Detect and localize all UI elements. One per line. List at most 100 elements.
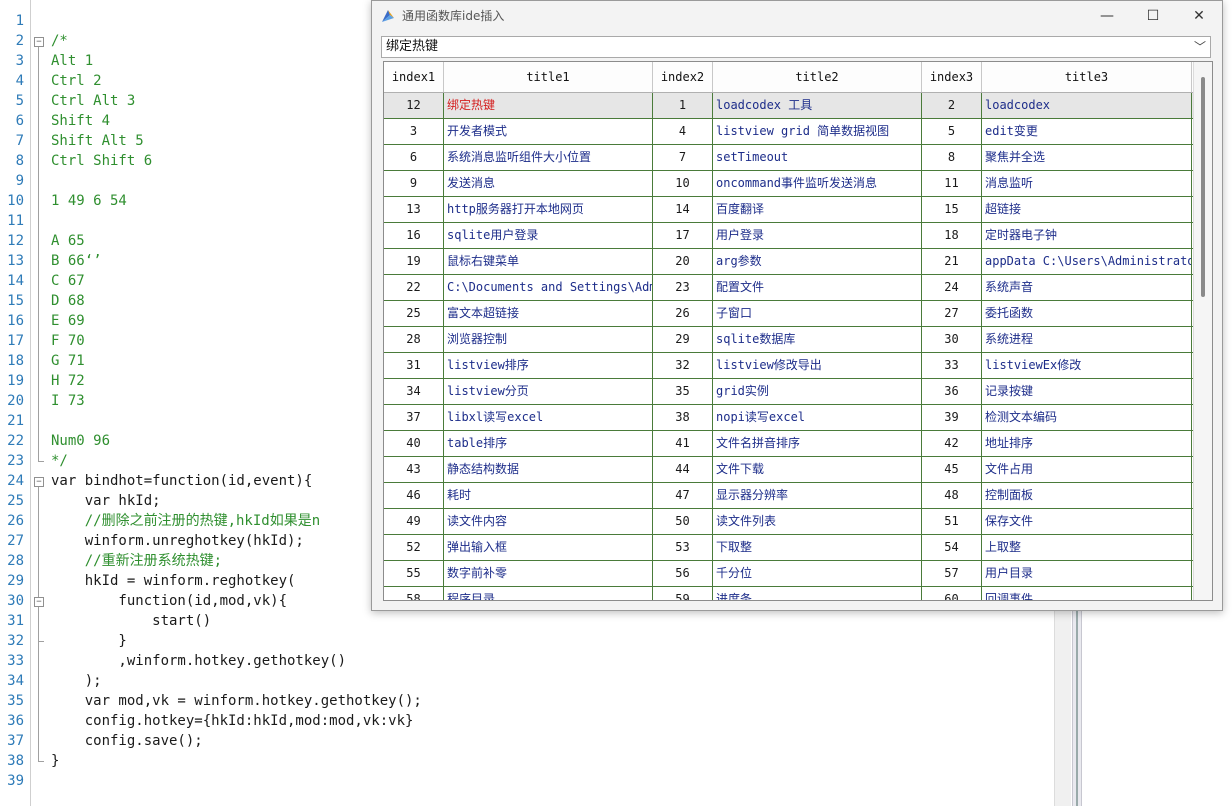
fold-toggle-icon[interactable]: − [34,477,44,487]
column-header-index1[interactable]: index1 [384,62,444,92]
title-cell[interactable]: oncommand事件监听发送消息 [713,171,922,196]
index-cell[interactable]: 29 [653,327,713,352]
index-cell[interactable]: 48 [922,483,982,508]
table-row[interactable]: 28 浏览器控制 29 sqlite数据库 30 系统进程 [384,327,1194,353]
index-cell[interactable]: 58 [384,587,444,600]
index-cell[interactable]: 54 [922,535,982,560]
title-cell[interactable]: 消息监听 [982,171,1192,196]
index-cell[interactable]: 41 [653,431,713,456]
title-cell[interactable]: 千分位 [713,561,922,586]
index-cell[interactable]: 53 [653,535,713,560]
title-cell[interactable]: 静态结构数据 [444,457,653,482]
index-cell[interactable]: 10 [653,171,713,196]
index-cell[interactable]: 51 [922,509,982,534]
table-row[interactable]: 40 table排序 41 文件名拼音排序 42 地址排序 [384,431,1194,457]
code-line[interactable]: G 71 [51,351,85,371]
title-cell[interactable]: 回调事件 [982,587,1192,600]
index-cell[interactable]: 19 [384,249,444,274]
code-line[interactable]: Ctrl Alt 3 [51,91,135,111]
code-line[interactable]: H 72 [51,371,85,391]
code-line[interactable]: Shift 4 [51,111,110,131]
title-cell[interactable]: loadcodex 工具 [713,93,922,118]
index-cell[interactable]: 35 [653,379,713,404]
minimize-button[interactable]: — [1084,1,1130,31]
table-row[interactable]: 13 http服务器打开本地网页 14 百度翻译 15 超链接 [384,197,1194,223]
title-cell[interactable]: 百度翻译 [713,197,922,222]
table-row[interactable]: 52 弹出输入框 53 下取整 54 上取整 [384,535,1194,561]
grid-scroll-thumb[interactable] [1201,77,1205,297]
title-cell[interactable]: listview排序 [444,353,653,378]
title-cell[interactable]: table排序 [444,431,653,456]
index-cell[interactable]: 17 [653,223,713,248]
code-line[interactable]: Alt 1 [51,51,93,71]
title-cell[interactable]: listview修改导出 [713,353,922,378]
index-cell[interactable]: 25 [384,301,444,326]
index-cell[interactable]: 18 [922,223,982,248]
table-row[interactable]: 9 发送消息 10 oncommand事件监听发送消息 11 消息监听 [384,171,1194,197]
column-header-index3[interactable]: index3 [922,62,982,92]
index-cell[interactable]: 27 [922,301,982,326]
code-line[interactable]: winform.unreghotkey(hkId); [51,531,304,551]
index-cell[interactable]: 34 [384,379,444,404]
title-cell[interactable]: 上取整 [982,535,1192,560]
title-cell[interactable]: 文件占用 [982,457,1192,482]
code-line[interactable]: var mod,vk = winform.hotkey.gethotkey(); [51,691,422,711]
code-line[interactable]: B 66‘’ [51,251,102,271]
title-cell[interactable]: 绑定热键 [444,93,653,118]
index-cell[interactable]: 23 [653,275,713,300]
code-line[interactable]: hkId = winform.reghotkey( [51,571,296,591]
title-cell[interactable]: grid实例 [713,379,922,404]
index-cell[interactable]: 6 [384,145,444,170]
index-cell[interactable]: 16 [384,223,444,248]
title-cell[interactable]: 地址排序 [982,431,1192,456]
code-line[interactable]: A 65 [51,231,85,251]
title-cell[interactable]: http服务器打开本地网页 [444,197,653,222]
title-cell[interactable]: arg参数 [713,249,922,274]
index-cell[interactable]: 31 [384,353,444,378]
function-grid[interactable]: index1 title1 index2 title2 index3 title3 12 绑… [383,61,1213,601]
index-cell[interactable]: 57 [922,561,982,586]
title-cell[interactable]: 子窗口 [713,301,922,326]
code-line[interactable]: */ [51,451,68,471]
index-cell[interactable]: 42 [922,431,982,456]
index-cell[interactable]: 38 [653,405,713,430]
title-cell[interactable]: 委托函数 [982,301,1192,326]
code-line[interactable]: /* [51,31,68,51]
index-cell[interactable]: 28 [384,327,444,352]
title-cell[interactable]: C:\Documents and Settings\Adm: [444,275,653,300]
code-line[interactable]: Num0 96 [51,431,110,451]
table-row[interactable]: 25 富文本超链接 26 子窗口 27 委托函数 [384,301,1194,327]
index-cell[interactable]: 21 [922,249,982,274]
title-cell[interactable]: 发送消息 [444,171,653,196]
index-cell[interactable]: 60 [922,587,982,600]
code-line[interactable]: function(id,mod,vk){ [51,591,287,611]
table-row[interactable]: 6 系统消息监听组件大小位置 7 setTimeout 8 聚焦并全选 [384,145,1194,171]
title-cell[interactable]: 超链接 [982,197,1192,222]
title-cell[interactable]: 用户登录 [713,223,922,248]
column-header-title1[interactable]: title1 [444,62,653,92]
title-cell[interactable]: sqlite用户登录 [444,223,653,248]
index-cell[interactable]: 3 [384,119,444,144]
column-header-title2[interactable]: title2 [713,62,922,92]
index-cell[interactable]: 13 [384,197,444,222]
grid-vertical-scrollbar[interactable] [1193,62,1212,600]
category-select[interactable]: 绑定热键 ﹀ [381,36,1211,58]
fold-toggle-icon[interactable]: − [34,37,44,47]
title-cell[interactable]: 读文件内容 [444,509,653,534]
index-cell[interactable]: 32 [653,353,713,378]
column-header-title3[interactable]: title3 [982,62,1192,92]
chevron-down-icon[interactable]: ﹀ [1194,39,1206,55]
code-line[interactable]: E 69 [51,311,85,331]
title-cell[interactable]: 控制面板 [982,483,1192,508]
table-row[interactable]: 49 读文件内容 50 读文件列表 51 保存文件 [384,509,1194,535]
table-row[interactable]: 16 sqlite用户登录 17 用户登录 18 定时器电子钟 [384,223,1194,249]
code-line[interactable]: F 70 [51,331,85,351]
column-header-index2[interactable]: index2 [653,62,713,92]
table-row[interactable]: 58 程序目录 59 进度条 60 回调事件 [384,587,1194,600]
index-cell[interactable]: 22 [384,275,444,300]
title-cell[interactable]: listviewEx修改 [982,353,1192,378]
code-line[interactable]: } [51,751,59,771]
title-cell[interactable]: 配置文件 [713,275,922,300]
table-row[interactable]: 37 libxl读写excel 38 nopi读写excel 39 检测文本编码 [384,405,1194,431]
code-line[interactable]: } [51,631,126,651]
